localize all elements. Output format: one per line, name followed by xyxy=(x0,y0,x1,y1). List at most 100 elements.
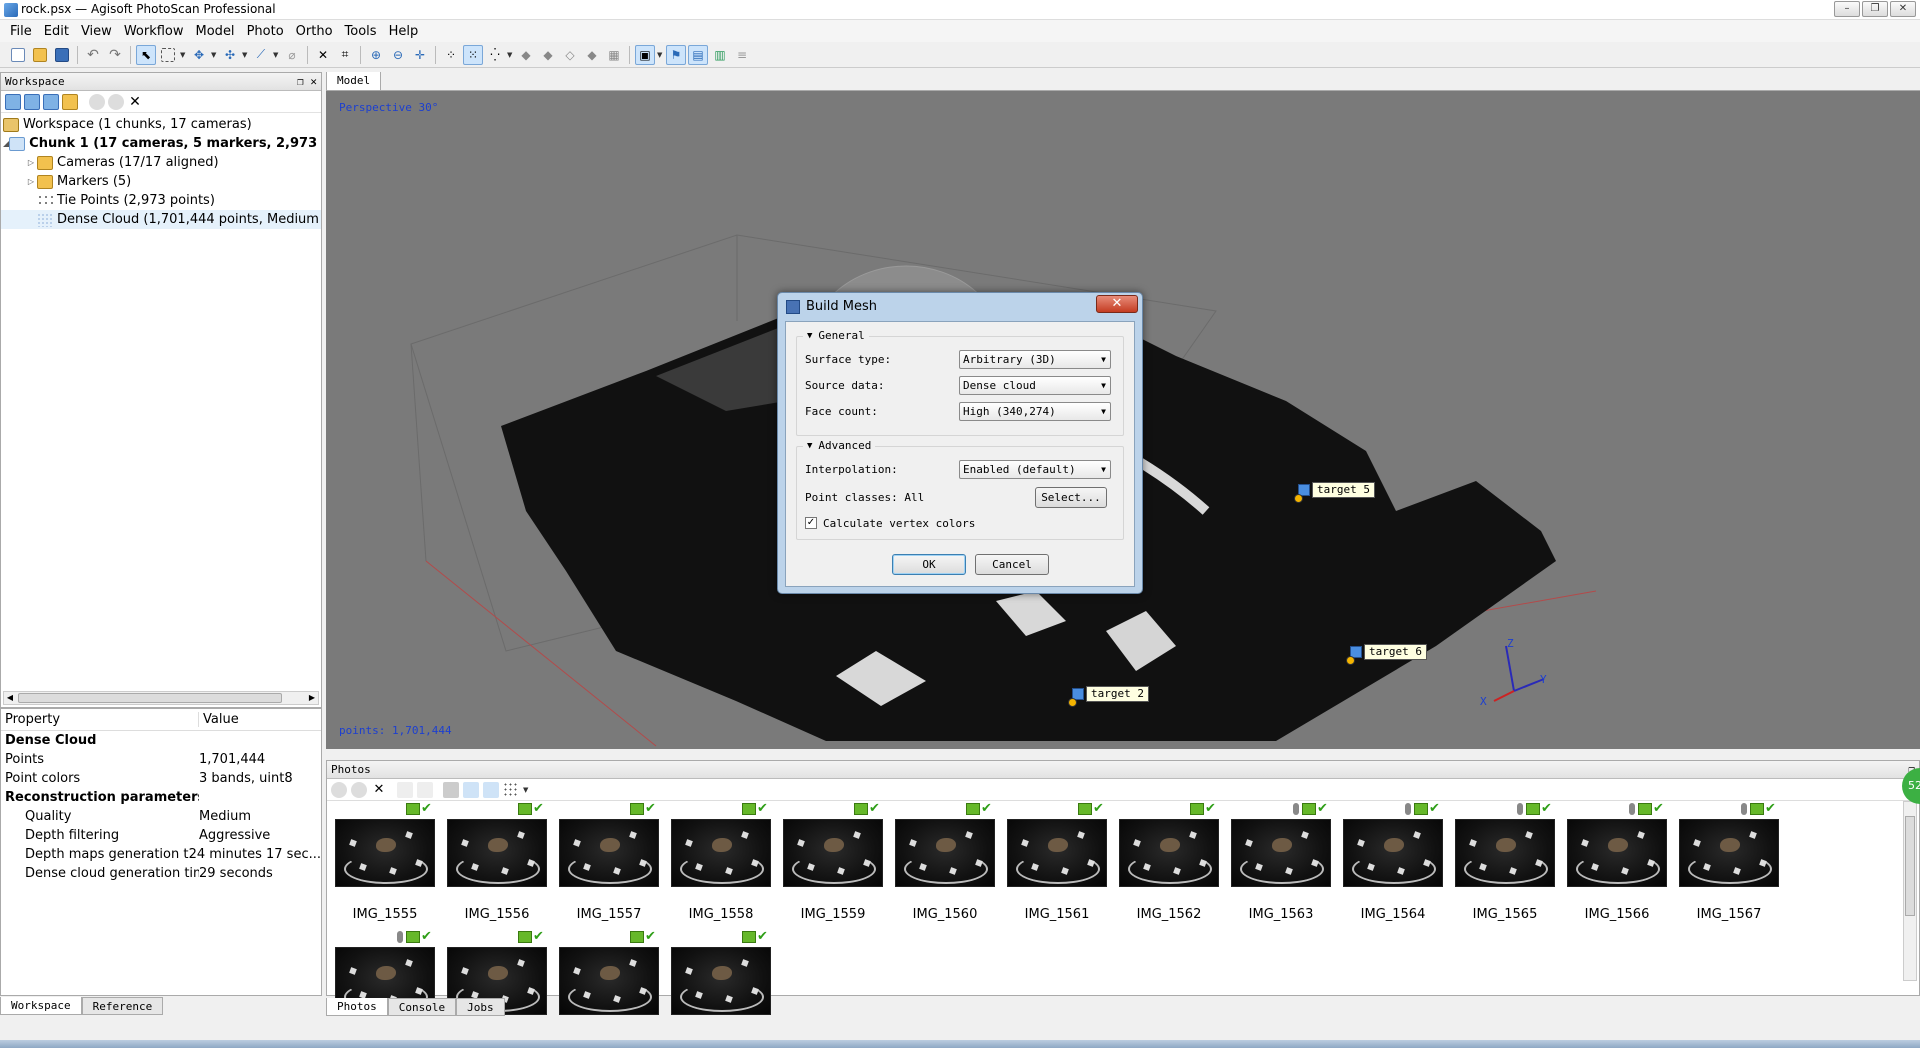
textured-model-icon[interactable]: ◆ xyxy=(582,45,602,65)
photo-thumbnail[interactable]: ✔ IMG_1565 xyxy=(1455,802,1555,922)
dialog-close-button[interactable]: ✕ xyxy=(1096,295,1138,313)
close-window-button[interactable]: ✕ xyxy=(1890,1,1916,17)
select-classes-button[interactable]: Select... xyxy=(1035,487,1107,508)
crop-icon[interactable]: ⌗ xyxy=(335,45,355,65)
open-icon[interactable] xyxy=(30,45,50,65)
tree-item-markers[interactable]: ▷ Markers (5) xyxy=(1,172,321,191)
tree-item-workspace[interactable]: Workspace (1 chunks, 17 cameras) xyxy=(1,115,321,134)
scroll-thumb[interactable] xyxy=(18,693,282,703)
chevron-down-icon[interactable]: ▼ xyxy=(273,51,280,59)
restore-button[interactable]: ❐ xyxy=(1862,1,1888,17)
photo-thumbnail[interactable]: ✔ IMG_1558 xyxy=(671,802,771,922)
disable-icon[interactable] xyxy=(108,93,124,110)
menu-model[interactable]: Model xyxy=(190,24,241,39)
solid-model-icon[interactable]: ◆ xyxy=(538,45,558,65)
photo-thumbnail[interactable]: ✔ IMG_1561 xyxy=(1007,802,1107,922)
point-cloud-icon[interactable]: ⁘ xyxy=(441,45,461,65)
menu-edit[interactable]: Edit xyxy=(38,24,75,39)
photo-thumbnail[interactable]: ✔ IMG_1566 xyxy=(1567,802,1667,922)
surface-type-select[interactable]: Arbitrary (3D) ▼ xyxy=(959,350,1111,369)
delete-selection-icon[interactable]: ✕ xyxy=(313,45,333,65)
reset-filter-icon[interactable] xyxy=(483,781,499,798)
source-data-select[interactable]: Dense cloud ▼ xyxy=(959,376,1111,395)
edit-mask-icon[interactable] xyxy=(463,781,479,798)
ruler-icon[interactable]: ⟋ xyxy=(251,45,271,65)
dense-cloud-icon[interactable]: ⁙ xyxy=(463,44,483,65)
collapse-icon[interactable]: ▼ xyxy=(807,331,812,341)
chevron-down-icon[interactable]: ▼ xyxy=(180,51,187,59)
tree-item-tie-points[interactable]: Tie Points (2,973 points) xyxy=(1,191,321,210)
redo-icon[interactable]: ↷ xyxy=(105,45,125,65)
calc-vertex-colors-checkbox[interactable]: ✓ xyxy=(805,517,817,529)
interpolation-select[interactable]: Enabled (default) ▼ xyxy=(959,460,1111,479)
general-group-title[interactable]: ▼ General xyxy=(803,329,869,342)
shaded-model-icon[interactable]: ◆ xyxy=(516,45,536,65)
close-panel-icon[interactable]: ✕ xyxy=(310,75,317,88)
new-icon[interactable] xyxy=(8,45,28,65)
show-cameras-icon[interactable]: ▣ xyxy=(635,44,655,65)
chevron-down-icon[interactable]: ▼ xyxy=(657,51,664,59)
photo-thumbnail[interactable]: ✔ IMG_1562 xyxy=(1119,802,1219,922)
photo-thumbnail[interactable]: ✔ IMG_1564 xyxy=(1343,802,1443,922)
menu-tools[interactable]: Tools xyxy=(339,24,383,39)
chevron-down-icon[interactable]: ▼ xyxy=(211,51,218,59)
add-photos-icon[interactable] xyxy=(24,93,40,110)
photo-thumbnail[interactable]: ✔ IMG_1559 xyxy=(783,802,883,922)
value-column-header[interactable]: Value xyxy=(199,712,239,727)
eraser-icon[interactable]: ⌀ xyxy=(282,45,302,65)
undo-icon[interactable]: ↶ xyxy=(83,45,103,65)
rotate-object-icon[interactable]: ✣ xyxy=(220,45,240,65)
menu-view[interactable]: View xyxy=(75,24,118,39)
scroll-left-icon[interactable]: ◀ xyxy=(4,692,16,704)
remove-camera-icon[interactable]: ✕ xyxy=(371,782,387,798)
expand-icon[interactable]: ▷ xyxy=(25,177,37,186)
advanced-group-title[interactable]: ▼ Advanced xyxy=(803,439,876,452)
reset-view-icon[interactable]: ✛ xyxy=(410,45,430,65)
scroll-right-icon[interactable]: ▶ xyxy=(306,692,318,704)
navigate-icon[interactable]: ⬉ xyxy=(136,44,156,65)
photos-vscroll[interactable] xyxy=(1903,801,1917,981)
menu-file[interactable]: File xyxy=(4,24,38,39)
collapse-icon[interactable]: ▼ xyxy=(807,441,812,451)
show-region-icon[interactable]: ▤ xyxy=(688,44,708,65)
marker-target-5[interactable]: target 5 xyxy=(1294,482,1375,503)
menu-workflow[interactable]: Workflow xyxy=(118,24,190,39)
minimize-button[interactable]: – xyxy=(1834,1,1860,17)
add-folder-icon[interactable] xyxy=(43,93,59,110)
enable-camera-icon[interactable] xyxy=(331,781,347,798)
marker-target-2[interactable]: target 2 xyxy=(1068,686,1149,707)
filter-icon[interactable] xyxy=(443,781,459,798)
tab-console[interactable]: Console xyxy=(387,998,457,1016)
tab-model[interactable]: Model xyxy=(326,72,382,90)
marker-target-6[interactable]: target 6 xyxy=(1346,644,1427,665)
ok-button[interactable]: OK xyxy=(892,554,966,575)
expand-icon[interactable]: ▷ xyxy=(25,158,37,167)
dialog-title-bar[interactable]: Build Mesh ✕ xyxy=(778,293,1142,321)
photo-thumbnail[interactable]: ✔ IMG_1567 xyxy=(1679,802,1779,922)
enable-icon[interactable] xyxy=(89,93,105,110)
tab-workspace[interactable]: Workspace xyxy=(0,997,82,1015)
tab-photos[interactable]: Photos xyxy=(326,998,388,1016)
chevron-down-icon[interactable]: ▼ xyxy=(507,51,514,59)
show-trackball-icon[interactable]: ▥ xyxy=(710,45,730,65)
photo-thumbnail[interactable]: ✔ IMG_1560 xyxy=(895,802,995,922)
undock-icon[interactable]: ❐ xyxy=(297,75,304,88)
disable-camera-icon[interactable] xyxy=(351,781,367,798)
photo-thumbnail[interactable]: ✔ xyxy=(559,930,659,1015)
menu-ortho[interactable]: Ortho xyxy=(290,24,339,39)
photo-thumbnail[interactable]: ✔ IMG_1556 xyxy=(447,802,547,922)
merge-chunks-icon[interactable] xyxy=(62,93,78,110)
zoom-in-icon[interactable]: ⊕ xyxy=(366,45,386,65)
tree-item-chunk[interactable]: ◢ Chunk 1 (17 cameras, 5 markers, 2,973 … xyxy=(1,134,321,153)
rotate-right-icon[interactable] xyxy=(417,781,433,798)
thumbnail-view-icon[interactable] xyxy=(503,781,519,798)
menu-help[interactable]: Help xyxy=(383,24,425,39)
tree-item-cameras[interactable]: ▷ Cameras (17/17 aligned) xyxy=(1,153,321,172)
tiled-model-icon[interactable]: ▦ xyxy=(604,45,624,65)
show-markers-icon[interactable]: ⚑ xyxy=(666,44,686,65)
tree-item-dense-cloud[interactable]: Dense Cloud (1,701,444 points, Medium qu xyxy=(1,210,321,229)
save-icon[interactable] xyxy=(52,45,72,65)
photo-thumbnail[interactable]: ✔ IMG_1557 xyxy=(559,802,659,922)
property-column-header[interactable]: Property xyxy=(1,712,199,727)
dense-cloud-classes-icon[interactable]: ⁛ xyxy=(485,45,505,65)
